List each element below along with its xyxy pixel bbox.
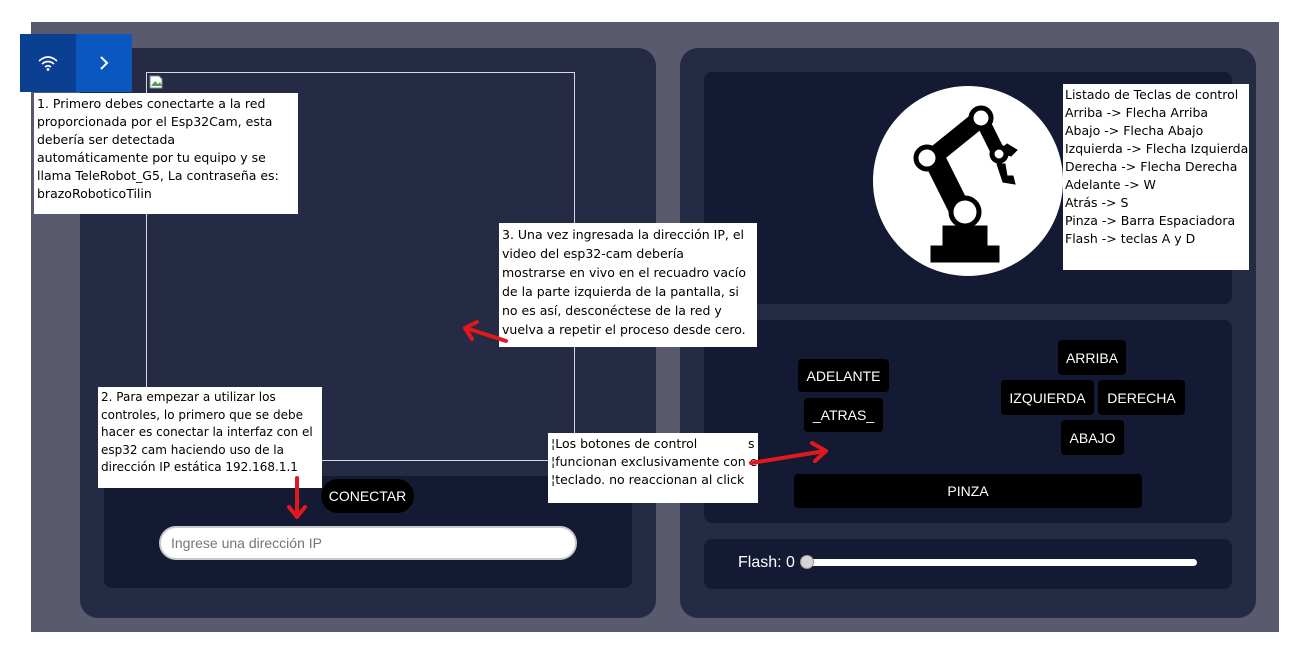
annotation-arrows	[287, 320, 828, 519]
